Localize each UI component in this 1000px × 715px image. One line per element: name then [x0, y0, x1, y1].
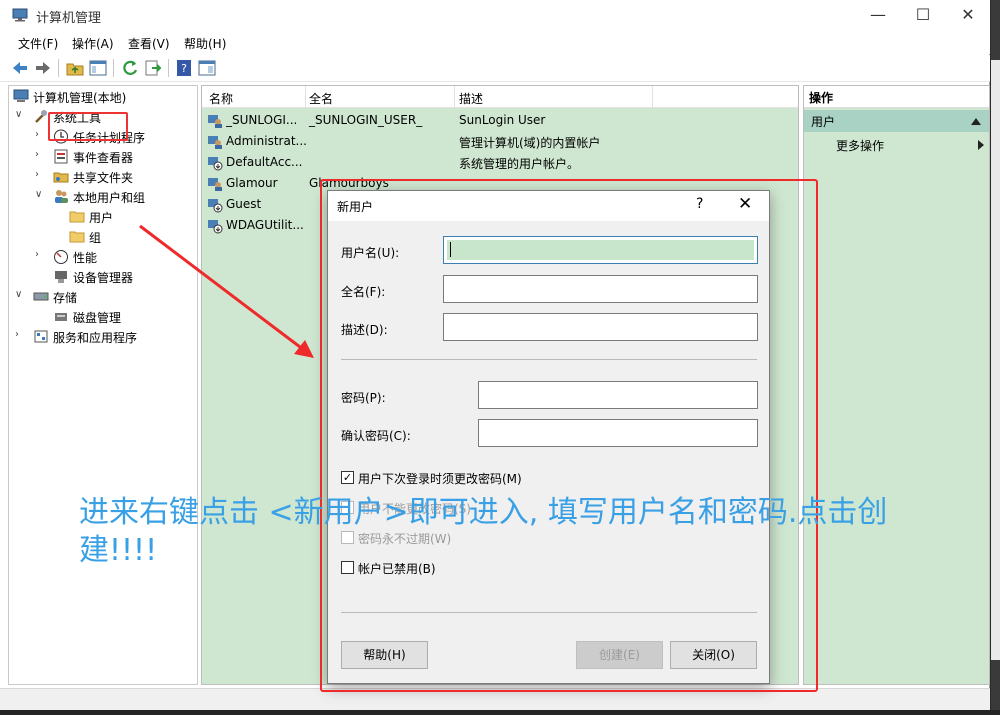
user-icon — [208, 136, 222, 149]
shared-folder-icon — [53, 172, 69, 183]
dialog-highlight-box — [320, 179, 818, 692]
chevron-down-icon[interactable]: ∨ — [15, 289, 25, 300]
menu-help[interactable]: 帮助(H) — [184, 35, 226, 52]
chevron-right-icon[interactable]: › — [35, 169, 45, 180]
performance-gauge-icon — [54, 250, 68, 264]
disk-icon — [55, 313, 67, 321]
close-window-button[interactable]: ✕ — [945, 0, 991, 30]
folder-icon — [69, 231, 85, 243]
up-folder-icon[interactable] — [65, 58, 85, 78]
menu-view[interactable]: 查看(V) — [128, 35, 170, 52]
more-actions-link[interactable]: 更多操作 — [836, 137, 884, 154]
chevron-down-icon[interactable]: ∨ — [35, 189, 45, 200]
chevron-right-icon[interactable]: › — [35, 149, 45, 160]
window-title: 计算机管理 — [36, 11, 102, 26]
svg-text:?: ? — [181, 62, 187, 75]
column-header-fullname[interactable]: 全名 — [309, 90, 333, 107]
submenu-arrow-icon — [978, 140, 984, 150]
toolbar: ? — [0, 55, 990, 82]
device-manager-icon — [55, 271, 67, 283]
menu-action[interactable]: 操作(A) — [72, 35, 114, 52]
actions-section-users[interactable]: 用户 — [804, 110, 989, 132]
event-viewer-icon — [54, 149, 68, 164]
background-desktop — [991, 0, 1000, 715]
chevron-down-icon[interactable]: ∨ — [15, 109, 25, 120]
maximize-button[interactable]: ☐ — [900, 0, 946, 30]
computer-management-icon — [12, 8, 28, 22]
actions-pane: 操作 用户 更多操作 — [803, 85, 990, 685]
user-icon — [208, 115, 222, 128]
annotation-text: 进来右键点击 <新用户>即可进入, 填写用户名和密码.点击创建!!!! — [79, 495, 888, 568]
folder-icon — [69, 211, 85, 223]
menu-bar: 文件(F) 操作(A) 查看(V) 帮助(H) — [0, 32, 990, 54]
chevron-right-icon[interactable]: › — [35, 249, 45, 260]
help-book-icon[interactable]: ? — [174, 58, 194, 78]
chevron-right-icon[interactable]: › — [35, 129, 45, 140]
storage-icon — [33, 292, 49, 301]
users-group-icon — [55, 190, 68, 203]
actions-header: 操作 — [804, 86, 989, 108]
column-header-name[interactable]: 名称 — [209, 90, 233, 107]
show-hide-tree-icon[interactable] — [88, 58, 108, 78]
tools-icon — [35, 110, 47, 123]
disabled-user-icon — [208, 220, 223, 234]
user-icon — [208, 178, 222, 191]
menu-file[interactable]: 文件(F) — [18, 35, 58, 52]
table-row[interactable]: DefaultAcc... 系统管理的用户帐户。 — [202, 152, 798, 173]
taskbar-edge — [0, 710, 1000, 715]
back-arrow-icon[interactable] — [10, 58, 30, 78]
users-highlight-box — [48, 112, 128, 141]
chevron-right-icon[interactable]: › — [15, 329, 25, 340]
forward-arrow-icon[interactable] — [33, 58, 53, 78]
minimize-button[interactable]: — — [855, 0, 901, 30]
collapse-up-icon[interactable] — [971, 117, 981, 125]
column-header-description[interactable]: 描述 — [459, 90, 483, 107]
properties-pane-icon[interactable] — [197, 58, 217, 78]
disabled-user-icon — [208, 157, 223, 171]
table-row[interactable]: _SUNLOGI... _SUNLOGIN_USER_ SunLogin Use… — [202, 110, 798, 131]
title-bar: 计算机管理 — ☐ ✕ — [0, 0, 990, 32]
computer-icon — [13, 89, 29, 102]
list-header: 名称 全名 描述 — [202, 86, 798, 108]
services-icon — [34, 330, 48, 343]
refresh-icon[interactable] — [120, 58, 140, 78]
disabled-user-icon — [208, 199, 223, 213]
export-list-icon[interactable] — [143, 58, 163, 78]
table-row[interactable]: Administrat... 管理计算机(域)的内置帐户 — [202, 131, 798, 152]
console-tree: 计算机管理(本地) ∨ 系统工具 › 任务计划程序 › 事件查看器 › 共享文件… — [8, 85, 198, 685]
